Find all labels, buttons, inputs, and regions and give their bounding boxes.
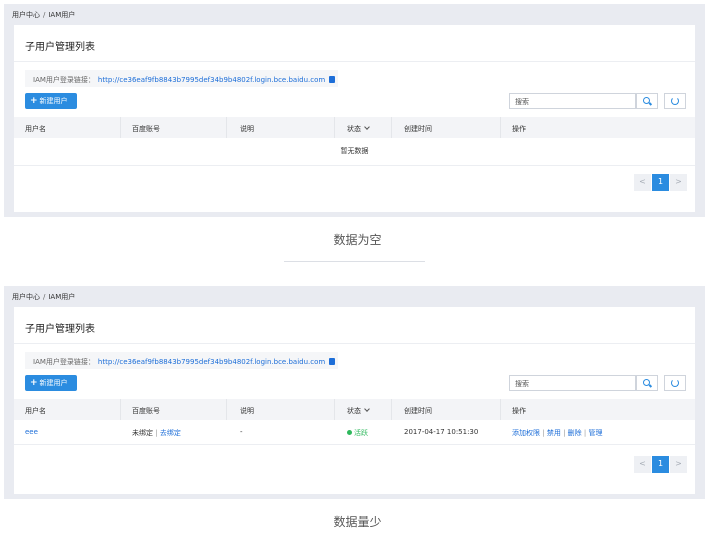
delete-link[interactable]: 删除: [568, 429, 582, 437]
screen-empty: 用户中心 / IAM用户 子用户管理列表 IAM用户登录链接： http://ce36…: [4, 4, 705, 217]
link-separator: |: [583, 429, 587, 437]
link-separator: |: [155, 429, 158, 437]
search-icon: [643, 97, 650, 104]
cell-actions: 添加权限 | 禁用 | 删除 | 管理: [512, 428, 602, 438]
plus-icon: +: [30, 96, 38, 106]
column-header-baidu-account: 百度账号: [132, 407, 160, 415]
refresh-icon: [671, 97, 679, 105]
status-dot-icon: [347, 430, 352, 435]
copy-icon[interactable]: [329, 76, 336, 83]
link-separator: |: [563, 429, 566, 437]
title-divider: [14, 61, 695, 62]
column-divider: [500, 399, 501, 420]
empty-state-text: 暂无数据: [340, 147, 369, 155]
column-divider: [226, 399, 227, 420]
disable-link[interactable]: 禁用: [547, 429, 561, 437]
login-link-label: IAM用户登录链接：: [33, 76, 95, 84]
page-title: 子用户管理列表: [25, 42, 95, 53]
bind-baidu-link[interactable]: 去绑定: [160, 429, 181, 437]
new-user-button[interactable]: + 新建用户: [25, 93, 77, 109]
search-icon: [643, 379, 650, 386]
new-user-label: 新建用户: [39, 97, 68, 105]
table-header: 用户名 百度账号 说明 状态 创建时间 操作: [14, 399, 695, 420]
column-header-actions: 操作: [512, 125, 526, 133]
column-header-created: 创建时间: [404, 125, 432, 133]
column-header-username: 用户名: [25, 125, 46, 133]
column-header-username: 用户名: [25, 407, 46, 415]
search-input[interactable]: 搜索: [509, 93, 636, 109]
copy-icon[interactable]: [329, 358, 336, 365]
breadcrumb: 用户中心 / IAM用户: [12, 10, 75, 20]
cell-status: 活跃: [347, 428, 368, 438]
login-link-bar: IAM用户登录链接： http://ce36eaf9fb8843b7995def3…: [25, 352, 338, 369]
breadcrumb: 用户中心 / IAM用户: [12, 292, 75, 302]
manage-link[interactable]: 管理: [588, 429, 602, 437]
column-divider: [391, 399, 392, 420]
column-header-description: 说明: [240, 125, 254, 133]
pagination-next[interactable]: >: [670, 174, 687, 191]
status-header-label: 状态: [347, 407, 361, 415]
login-link-label: IAM用户登录链接：: [33, 358, 95, 366]
column-header-description: 说明: [240, 407, 254, 415]
list-card: 子用户管理列表 IAM用户登录链接： http://ce36eaf9fb8843b…: [14, 307, 695, 494]
pagination-page[interactable]: 1: [652, 456, 669, 473]
column-divider: [120, 399, 121, 420]
column-divider: [334, 399, 335, 420]
title-divider: [14, 343, 695, 344]
link-separator: |: [542, 429, 545, 437]
cell-username[interactable]: eee: [25, 428, 38, 436]
add-permission-link[interactable]: 添加权限: [512, 429, 540, 437]
breadcrumb-root[interactable]: 用户中心: [12, 11, 40, 19]
table-header: 用户名 百度账号 说明 状态 创建时间 操作: [14, 117, 695, 138]
pagination-next[interactable]: >: [670, 456, 687, 473]
breadcrumb-current: IAM用户: [48, 11, 76, 19]
list-card: 子用户管理列表 IAM用户登录链接： http://ce36eaf9fb8843b…: [14, 25, 695, 212]
login-link-url[interactable]: http://ce36eaf9fb8843b7995def34b9b4802f.…: [98, 76, 325, 84]
search-input[interactable]: 搜索: [509, 375, 636, 391]
refresh-button[interactable]: [664, 93, 686, 109]
column-header-status[interactable]: 状态: [347, 124, 370, 134]
breadcrumb-separator: /: [43, 293, 46, 301]
search-button[interactable]: [636, 375, 658, 391]
pagination-page[interactable]: 1: [652, 174, 669, 191]
pagination-prev[interactable]: <: [634, 456, 651, 473]
login-link-url[interactable]: http://ce36eaf9fb8843b7995def34b9b4802f.…: [98, 358, 325, 366]
breadcrumb-current: IAM用户: [48, 293, 76, 301]
refresh-icon: [671, 379, 679, 387]
column-divider: [120, 117, 121, 138]
breadcrumb-separator: /: [43, 11, 46, 19]
table-row: eee 未绑定 | 去绑定 - 活跃 2017-04-17 10:51:30 添…: [14, 420, 695, 444]
row-divider: [14, 444, 695, 445]
cell-description: -: [240, 428, 243, 436]
plus-icon: +: [30, 378, 38, 388]
new-user-button[interactable]: + 新建用户: [25, 375, 77, 391]
login-link-bar: IAM用户登录链接： http://ce36eaf9fb8843b7995def3…: [25, 70, 338, 87]
breadcrumb-root[interactable]: 用户中心: [12, 293, 40, 301]
column-divider: [226, 117, 227, 138]
status-badge: 活跃: [354, 429, 368, 437]
column-header-created: 创建时间: [404, 407, 432, 415]
screen-few-rows: 用户中心 / IAM用户 子用户管理列表 IAM用户登录链接： http://ce36…: [4, 286, 705, 499]
caption-few-rows: 数据量少: [333, 515, 382, 529]
caption-empty: 数据为空: [333, 233, 382, 247]
chevron-down-icon: [364, 124, 370, 130]
chevron-down-icon: [364, 406, 370, 412]
pagination-prev[interactable]: <: [634, 174, 651, 191]
cell-baidu-account: 未绑定 | 去绑定: [132, 428, 181, 438]
cell-created: 2017-04-17 10:51:30: [404, 428, 479, 436]
column-header-actions: 操作: [512, 407, 526, 415]
page-title: 子用户管理列表: [25, 324, 95, 335]
section-divider: [284, 261, 425, 262]
column-header-status[interactable]: 状态: [347, 406, 370, 416]
column-header-baidu-account: 百度账号: [132, 125, 160, 133]
column-divider: [500, 117, 501, 138]
status-header-label: 状态: [347, 125, 361, 133]
new-user-label: 新建用户: [39, 379, 68, 387]
baidu-unbound-text: 未绑定: [132, 429, 153, 437]
column-divider: [334, 117, 335, 138]
column-divider: [391, 117, 392, 138]
search-button[interactable]: [636, 93, 658, 109]
refresh-button[interactable]: [664, 375, 686, 391]
row-divider: [14, 165, 695, 166]
